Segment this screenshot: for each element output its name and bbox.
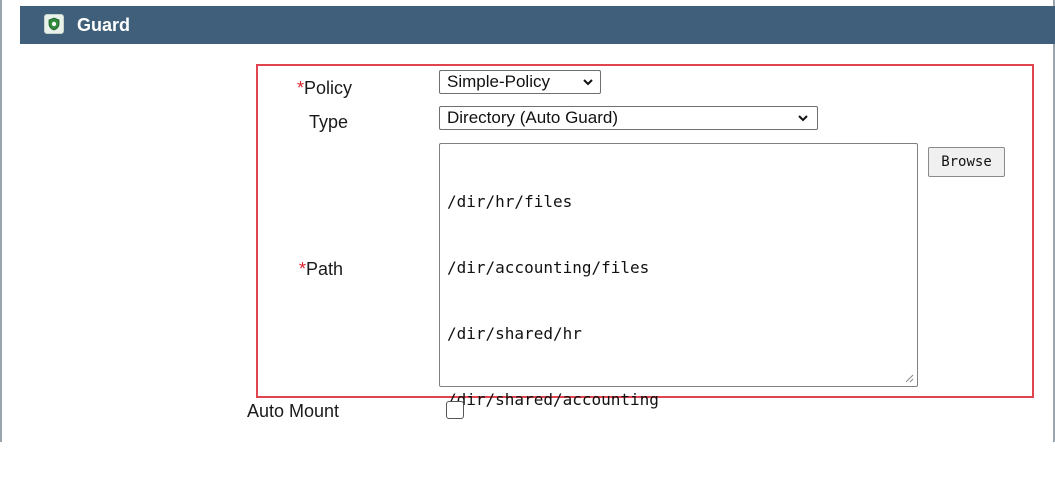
type-select-value: Directory (Auto Guard)	[447, 108, 618, 127]
auto-mount-label: Auto Mount	[247, 401, 340, 421]
path-label: *Path	[299, 258, 343, 280]
resize-handle-icon[interactable]	[904, 373, 914, 383]
path-line: /dir/accounting/files	[447, 258, 650, 277]
type-label: Type	[309, 112, 349, 132]
path-textarea[interactable]: /dir/hr/files /dir/accounting/files /dir…	[439, 143, 918, 409]
panel-title: Guard	[77, 15, 131, 35]
policy-label: *Policy	[297, 77, 352, 99]
policy-select-value: Simple-Policy	[447, 72, 550, 91]
panel-header: Guard	[20, 6, 1055, 44]
guard-panel: Guard *Policy Simple-Policy Type Directo…	[0, 0, 1055, 442]
chevron-down-icon	[583, 79, 593, 86]
required-mark: *	[297, 78, 305, 98]
policy-select[interactable]: Simple-Policy	[439, 70, 601, 94]
shield-icon	[44, 14, 64, 34]
auto-mount-checkbox[interactable]	[446, 401, 464, 419]
chevron-down-icon	[798, 115, 808, 122]
path-line: /dir/shared/hr	[447, 324, 582, 343]
required-mark: *	[299, 259, 307, 279]
path-line: /dir/shared/accounting	[447, 390, 659, 409]
browse-button[interactable]: Browse	[928, 147, 1005, 177]
path-line: /dir/hr/files	[447, 192, 573, 211]
path-label-text: Path	[306, 259, 344, 279]
type-select[interactable]: Directory (Auto Guard)	[439, 106, 818, 130]
policy-label-text: Policy	[304, 78, 353, 98]
